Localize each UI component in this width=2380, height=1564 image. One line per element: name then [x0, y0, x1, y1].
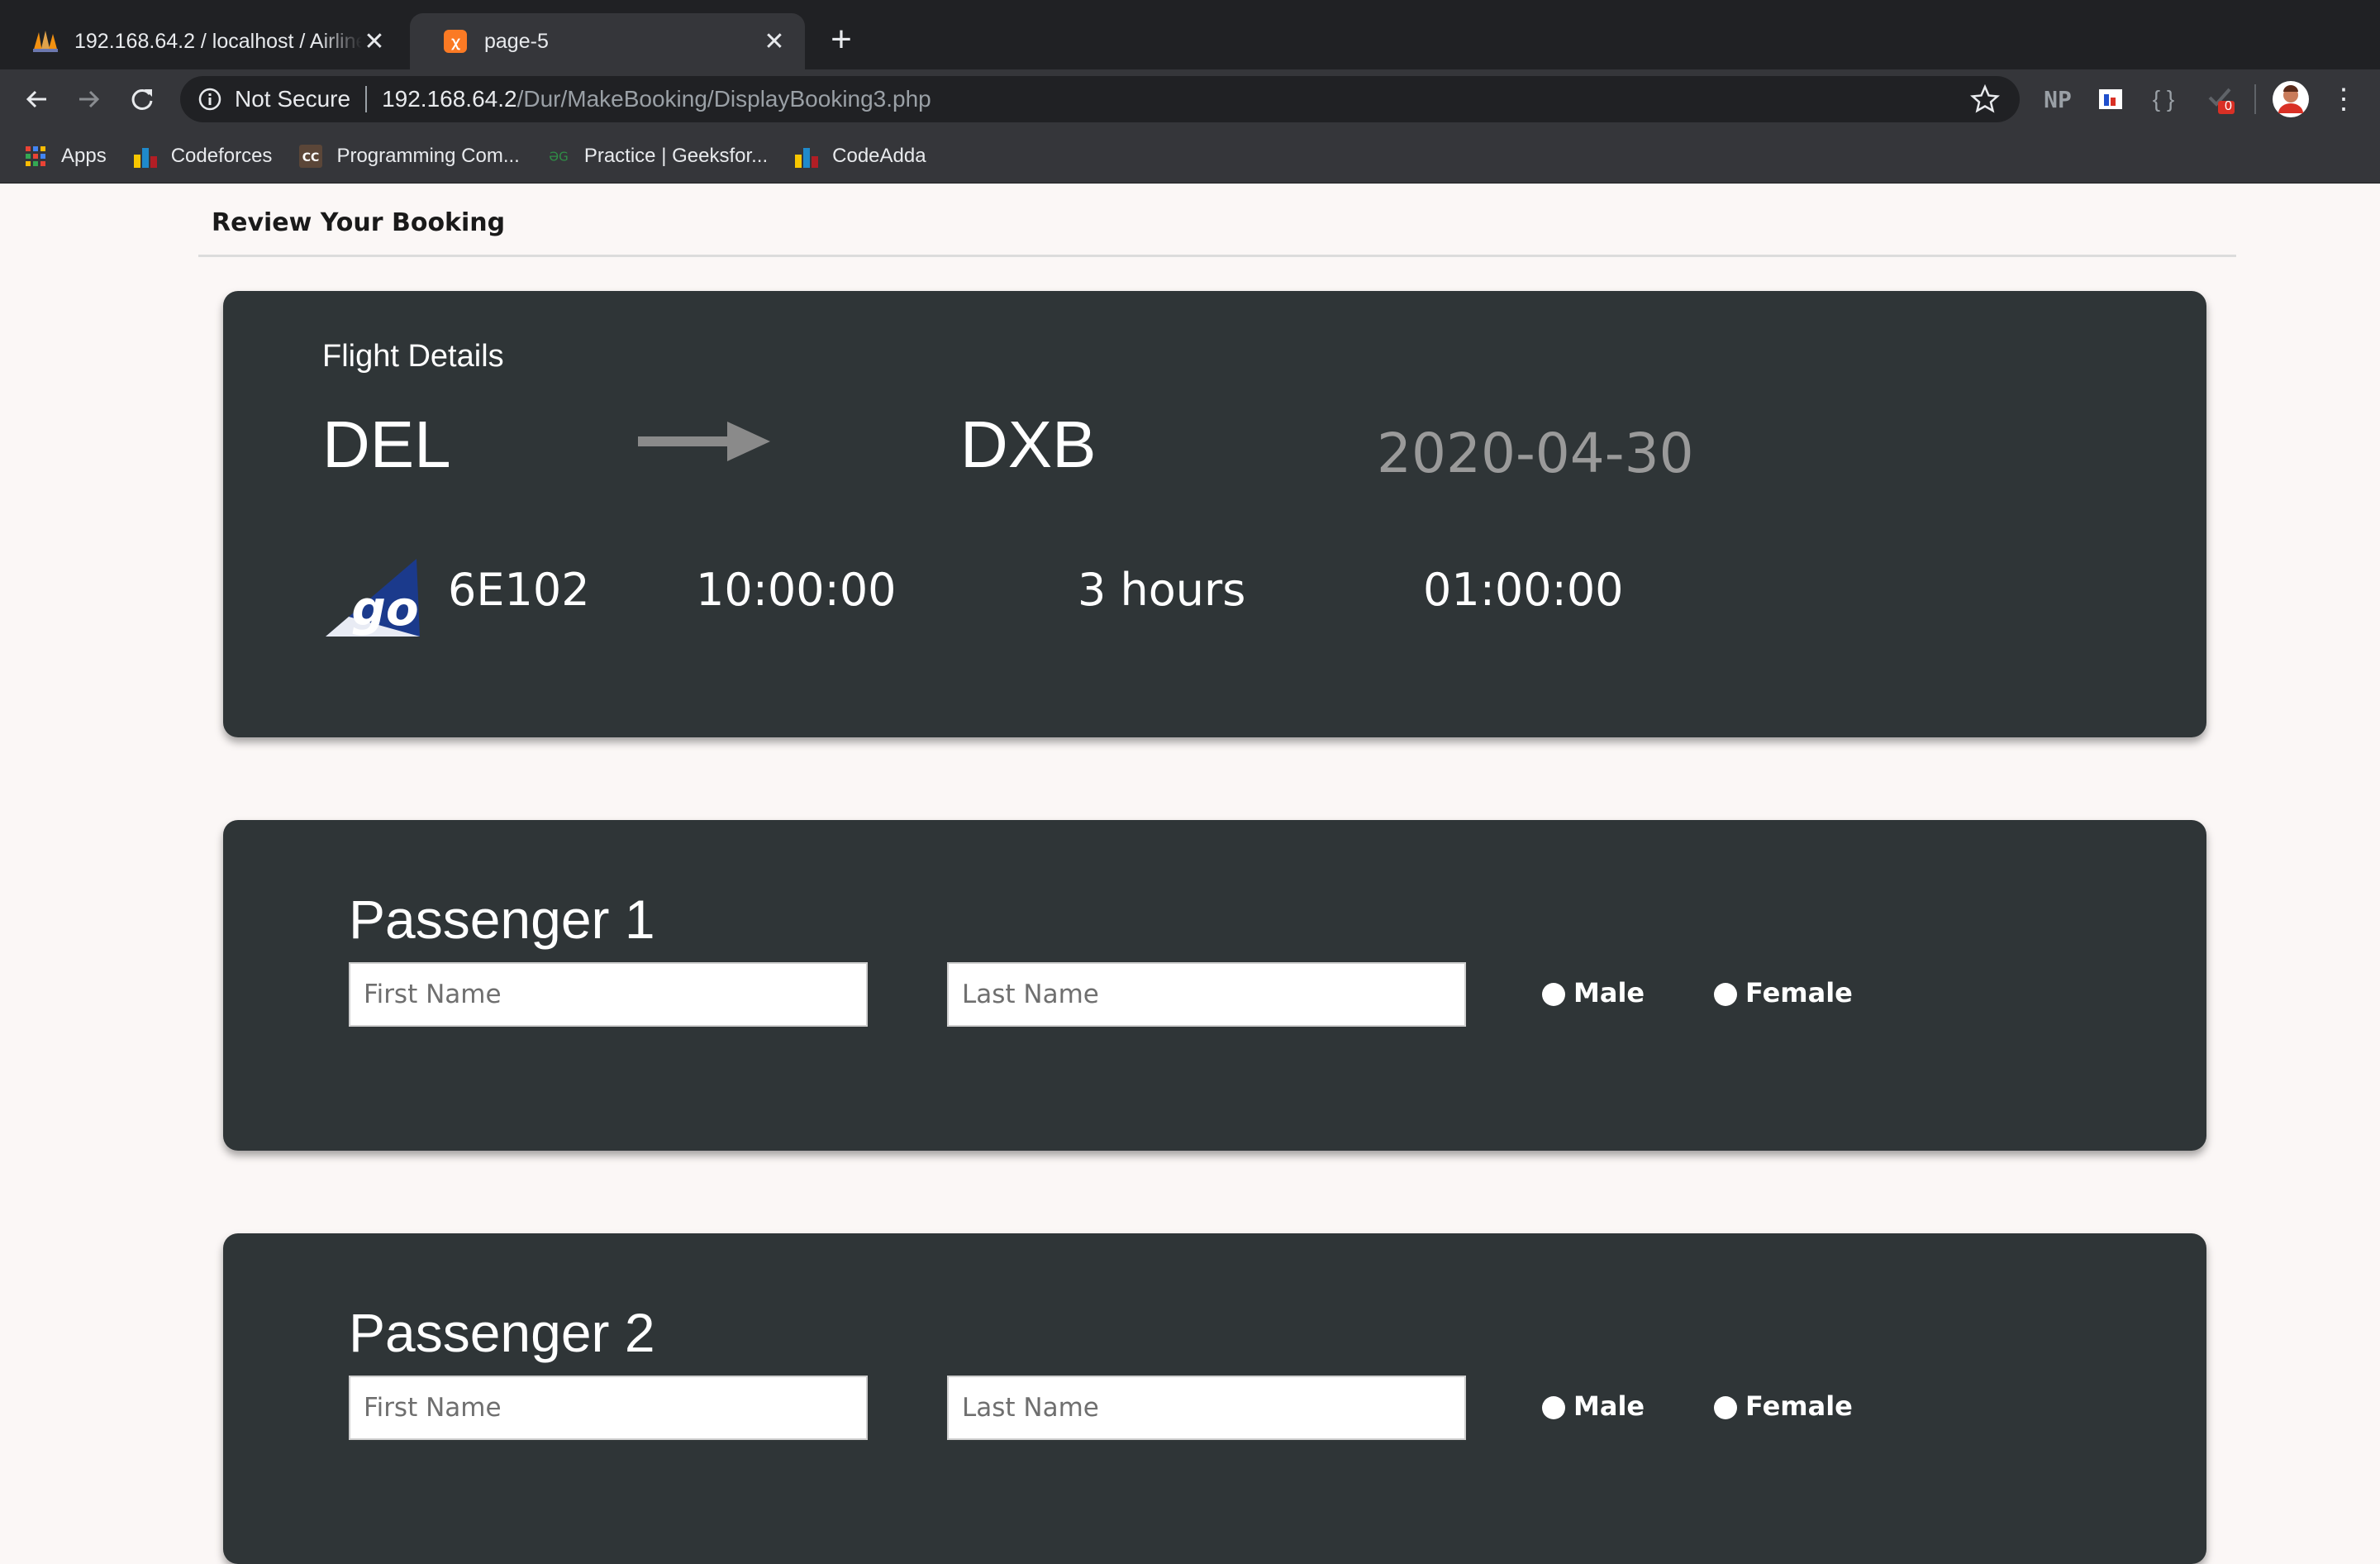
- radio-circle[interactable]: [1542, 983, 1565, 1006]
- flight-details-label: Flight Details: [322, 339, 504, 374]
- flight-date: 2020-04-30: [1377, 422, 1694, 485]
- json-extension-icon[interactable]: { }: [2147, 83, 2180, 116]
- page-title: Review Your Booking: [212, 208, 506, 237]
- url-path: /Dur/MakeBooking/DisplayBooking3.php: [516, 86, 931, 112]
- bookmark-codeforces[interactable]: Codeforces: [133, 144, 273, 169]
- bookmark-geeksforgeeks[interactable]: ƏG Practice | Geeksfor...: [546, 144, 768, 169]
- bookmark-programming-com[interactable]: CC Programming Com...: [298, 144, 520, 169]
- tab-phpmyadmin[interactable]: 192.168.64.2 / localhost / Airline ✕: [0, 13, 405, 69]
- bookmark-label: CodeAdda: [832, 144, 926, 167]
- geeksforgeeks-icon: ƏG: [546, 144, 571, 169]
- back-button[interactable]: [17, 79, 56, 119]
- url-host: 192.168.64.2: [382, 86, 517, 112]
- gender-female-radio[interactable]: Female: [1714, 1390, 1853, 1422]
- flight-details-card: Flight Details DEL DXB 2020-04-30 go 6E1…: [223, 291, 2206, 737]
- browser-toolbar: Not Secure 192.168.64.2/Dur/MakeBooking/…: [0, 69, 2380, 129]
- omnibox-separator: [365, 86, 368, 112]
- right-arrow-icon: [638, 422, 770, 461]
- flight-number: 6E102: [448, 564, 590, 616]
- first-name-input[interactable]: [349, 962, 868, 1027]
- forward-arrow-icon: [79, 90, 100, 108]
- close-icon[interactable]: ✕: [762, 27, 787, 56]
- codechef-icon: CC: [298, 144, 323, 169]
- passenger-card: Passenger 1 Male Female: [223, 820, 2206, 1151]
- xampp-icon: ꭓ: [441, 27, 469, 55]
- radio-circle[interactable]: [1542, 1396, 1565, 1419]
- radio-label: Male: [1573, 1390, 1645, 1422]
- tab-title: 192.168.64.2 / localhost / Airline: [74, 29, 362, 53]
- gender-male-radio[interactable]: Male: [1542, 977, 1645, 1008]
- bookmark-star-icon[interactable]: [1970, 84, 2000, 114]
- bookmark-label: Codeforces: [170, 144, 273, 167]
- flag-extension-icon[interactable]: [2094, 83, 2127, 116]
- todo-extension-icon[interactable]: 0: [2202, 83, 2241, 116]
- arrival-time: 01:00:00: [1423, 564, 1624, 616]
- codeadda-icon: [794, 144, 819, 169]
- extension-badge: 0: [2225, 99, 2232, 113]
- avatar-icon: [2273, 81, 2309, 117]
- info-icon[interactable]: [197, 86, 223, 112]
- apps-grid-icon: [23, 144, 48, 169]
- bookmark-label: Practice | Geeksfor...: [583, 144, 769, 167]
- svg-text:ꭓ: ꭓ: [450, 34, 460, 50]
- last-name-input[interactable]: [947, 962, 1466, 1027]
- radio-circle[interactable]: [1714, 1396, 1737, 1419]
- menu-kebab-icon[interactable]: ⋮: [2330, 83, 2358, 116]
- close-icon[interactable]: ✕: [362, 27, 387, 56]
- address-bar[interactable]: Not Secure 192.168.64.2/Dur/MakeBooking/…: [180, 76, 2020, 122]
- np-extension-icon[interactable]: NP: [2041, 83, 2074, 116]
- back-arrow-icon: [26, 90, 46, 108]
- tab-title: page-5: [484, 29, 549, 53]
- radio-label: Male: [1573, 977, 1645, 1008]
- svg-text:go: go: [351, 580, 418, 637]
- gender-male-radio[interactable]: Male: [1542, 1390, 1645, 1422]
- radio-circle[interactable]: [1714, 983, 1737, 1006]
- new-tab-button[interactable]: +: [823, 21, 859, 58]
- tab-strip: 192.168.64.2 / localhost / Airline ✕ ꭓ p…: [0, 0, 2380, 69]
- last-name-input[interactable]: [947, 1376, 1466, 1440]
- radio-label: Female: [1745, 1390, 1853, 1422]
- tab-page-5[interactable]: ꭓ page-5 ✕: [410, 13, 805, 69]
- origin-code: DEL: [322, 408, 451, 481]
- bookmark-apps[interactable]: Apps: [23, 144, 107, 169]
- phpmyadmin-icon: [31, 27, 60, 55]
- flight-duration: 3 hours: [1078, 564, 1246, 616]
- toolbar-divider: [2254, 84, 2256, 114]
- goair-logo: go: [326, 559, 420, 637]
- passenger-title: Passenger 2: [349, 1302, 655, 1363]
- reload-button[interactable]: [122, 79, 162, 119]
- svg-text:ƏG: ƏG: [549, 149, 568, 164]
- first-name-input[interactable]: [349, 1376, 868, 1440]
- forward-button[interactable]: [69, 79, 109, 119]
- profile-avatar[interactable]: [2271, 79, 2311, 119]
- gender-female-radio[interactable]: Female: [1714, 977, 1853, 1008]
- bookmark-label: Programming Com...: [336, 144, 520, 167]
- bookmark-codeadda[interactable]: CodeAdda: [794, 144, 926, 169]
- header-divider: [198, 255, 2236, 257]
- passenger-title: Passenger 1: [349, 889, 655, 950]
- codeforces-icon: [133, 144, 158, 169]
- destination-code: DXB: [960, 408, 1097, 481]
- security-label: Not Secure: [235, 86, 351, 112]
- bookmarks-bar: Apps Codeforces CC Programming Com... ƏG…: [0, 129, 2380, 184]
- bookmark-label: Apps: [61, 144, 107, 167]
- radio-label: Female: [1745, 977, 1853, 1008]
- svg-text:CC: CC: [302, 151, 320, 165]
- departure-time: 10:00:00: [696, 564, 897, 616]
- passenger-card: Passenger 2 Male Female: [223, 1233, 2206, 1564]
- reload-icon: [131, 88, 153, 110]
